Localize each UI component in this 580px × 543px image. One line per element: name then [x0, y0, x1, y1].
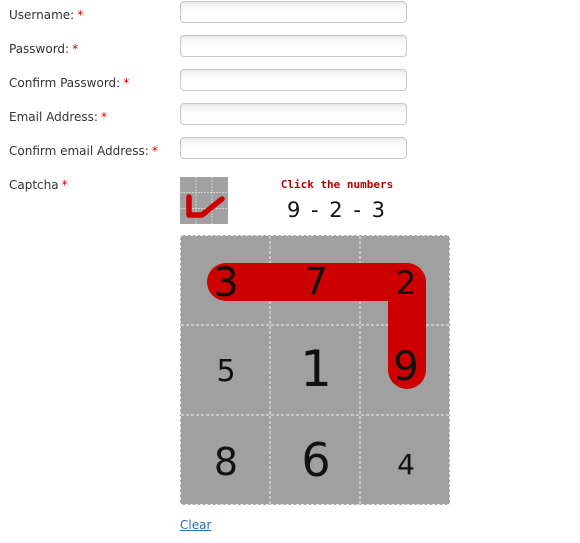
- captcha-digit[interactable]: 8: [181, 440, 271, 484]
- required-marker: *: [123, 76, 130, 90]
- captcha-cell[interactable]: 6: [271, 416, 361, 506]
- required-marker: *: [151, 144, 158, 158]
- required-marker: *: [72, 42, 79, 56]
- confirm-email-input[interactable]: [180, 137, 407, 159]
- captcha-cell[interactable]: 4: [361, 416, 451, 506]
- captcha-preview-icon: [180, 177, 228, 224]
- captcha-digit[interactable]: 2: [361, 264, 451, 302]
- captcha-digit[interactable]: 1: [271, 340, 361, 398]
- captcha-digit[interactable]: 3: [181, 260, 271, 306]
- email-label: Email Address: *: [9, 110, 107, 124]
- password-label: Password: *: [9, 42, 79, 56]
- password-input[interactable]: [180, 35, 407, 57]
- captcha-digit[interactable]: 4: [361, 448, 451, 481]
- captcha-cell[interactable]: 8: [181, 416, 271, 506]
- confirm-password-input[interactable]: [180, 69, 407, 91]
- clear-link[interactable]: Clear: [180, 518, 211, 532]
- captcha-cell[interactable]: 9: [361, 326, 451, 416]
- confirm-password-label: Confirm Password: *: [9, 76, 130, 90]
- username-label: Username: *: [9, 8, 84, 22]
- captcha-cell[interactable]: 3: [181, 236, 271, 326]
- captcha-digit[interactable]: 7: [271, 260, 361, 303]
- captcha-grid: 3 7 2 5 1 9 8 6 4: [180, 235, 451, 506]
- captcha-instruction: Click the numbers: [280, 178, 394, 191]
- captcha-cell[interactable]: 1: [271, 326, 361, 416]
- username-input[interactable]: [180, 1, 407, 23]
- captcha-sequence: 9 - 2 - 3: [287, 198, 387, 222]
- captcha-cell[interactable]: 5: [181, 326, 271, 416]
- confirm-email-label: Confirm email Address: *: [9, 144, 158, 158]
- captcha-digit[interactable]: 5: [181, 354, 271, 389]
- captcha-digit[interactable]: 6: [271, 433, 361, 487]
- captcha-cell[interactable]: 2: [361, 236, 451, 326]
- required-marker: *: [100, 110, 107, 124]
- captcha-label: Captcha *: [9, 178, 68, 192]
- email-input[interactable]: [180, 103, 407, 125]
- captcha-digit[interactable]: 9: [361, 344, 451, 390]
- captcha-cell[interactable]: 7: [271, 236, 361, 326]
- required-marker: *: [77, 8, 84, 22]
- confirm-email-row: Confirm email Address: *: [0, 137, 580, 178]
- required-marker: *: [61, 178, 68, 192]
